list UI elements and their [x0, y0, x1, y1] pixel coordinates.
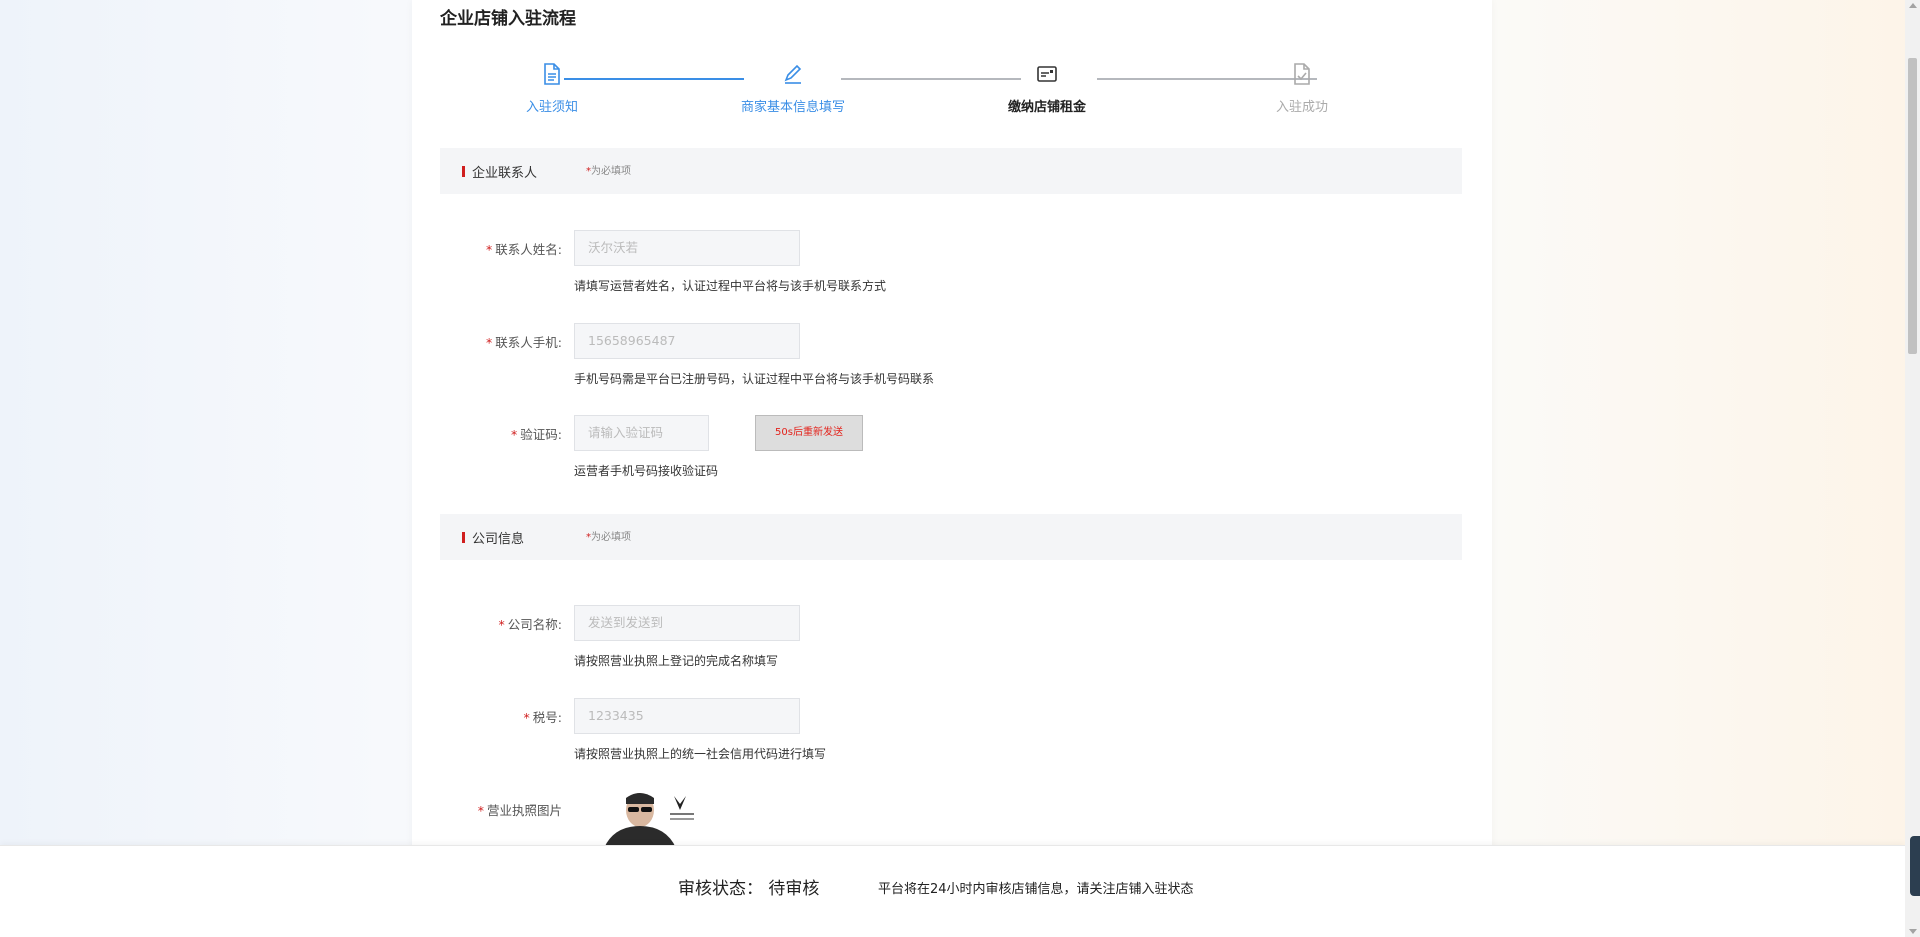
tax-id-hint: 请按照营业执照上的统一社会信用代码进行填写 — [574, 747, 827, 761]
license-image-label: * 营业执照图片 — [477, 803, 562, 818]
step-4-label: 入驻成功 — [1275, 100, 1328, 115]
company-name-hint: 请按照营业执照上登记的完成名称填写 — [574, 654, 779, 668]
verify-code-hint: 运营者手机号码接收验证码 — [574, 464, 719, 478]
page-title: 企业店铺入驻流程 — [440, 9, 576, 29]
scrollbar-thumb[interactable] — [1908, 58, 1917, 354]
contact-phone-label: * 联系人手机: — [486, 335, 562, 350]
section-title: 企业联系人 — [472, 166, 538, 181]
step-2-label: 商家基本信息填写 — [740, 100, 845, 115]
company-section-header: 公司信息 *为必填项 — [440, 514, 1462, 560]
step-2: 商家基本信息填写 — [693, 60, 893, 115]
section-title: 公司信息 — [472, 532, 525, 547]
step-3-label: 缴纳店铺租金 — [1007, 100, 1086, 115]
card-icon — [1033, 60, 1061, 88]
tax-id-input[interactable]: 1233435 — [574, 698, 800, 734]
tax-id-label: * 税号: — [523, 710, 562, 725]
required-note: *为必填项 — [586, 532, 631, 543]
audit-note: 平台将在24小时内审核店铺信息，请关注店铺入驻状态 — [878, 882, 1194, 897]
verify-code-label: * 验证码: — [511, 427, 562, 442]
document-icon — [538, 60, 566, 88]
scroll-down-icon[interactable] — [1909, 929, 1917, 934]
section-marker — [462, 532, 465, 543]
main-card: 企业店铺入驻流程 入驻须知 商家基本信息填写 缴纳店铺租金 入驻成功 企业联系人… — [412, 0, 1492, 937]
verify-code-input[interactable]: 请输入验证码 — [574, 415, 709, 451]
progress-steps: 入驻须知 商家基本信息填写 缴纳店铺租金 入驻成功 — [412, 60, 1492, 130]
step-1-label: 入驻须知 — [525, 100, 578, 115]
resend-code-button[interactable]: 50s后重新发送 — [755, 415, 863, 451]
step-3: 缴纳店铺租金 — [947, 60, 1147, 115]
contact-name-hint: 请填写运营者姓名，认证过程中平台将与该手机号联系方式 — [574, 279, 887, 293]
scroll-up-icon[interactable] — [1909, 3, 1917, 8]
company-name-label: * 公司名称: — [498, 617, 562, 632]
company-name-input[interactable]: 发送到发送到 — [574, 605, 800, 641]
document-check-icon — [1288, 60, 1316, 88]
license-image[interactable] — [574, 788, 714, 848]
side-widget-tab[interactable] — [1910, 836, 1920, 896]
contact-section-header: 企业联系人 *为必填项 — [440, 148, 1462, 194]
contact-phone-input[interactable]: 15658965487 — [574, 323, 800, 359]
contact-phone-hint: 手机号码需是平台已注册号码，认证过程中平台将与该手机号码联系 — [574, 372, 935, 386]
step-1: 入驻须知 — [452, 60, 652, 115]
contact-name-label: * 联系人姓名: — [486, 242, 562, 257]
contact-name-input[interactable]: 沃尔沃若 — [574, 230, 800, 266]
pen-icon — [779, 60, 807, 88]
audit-status-footer: 审核状态： 待审核 平台将在24小时内审核店铺信息，请关注店铺入驻状态 — [0, 845, 1905, 937]
audit-status: 审核状态： 待审核 — [678, 879, 820, 899]
step-4: 入驻成功 — [1202, 60, 1402, 115]
section-marker — [462, 166, 465, 177]
scrollbar[interactable] — [1905, 0, 1920, 937]
required-note: *为必填项 — [586, 166, 631, 177]
